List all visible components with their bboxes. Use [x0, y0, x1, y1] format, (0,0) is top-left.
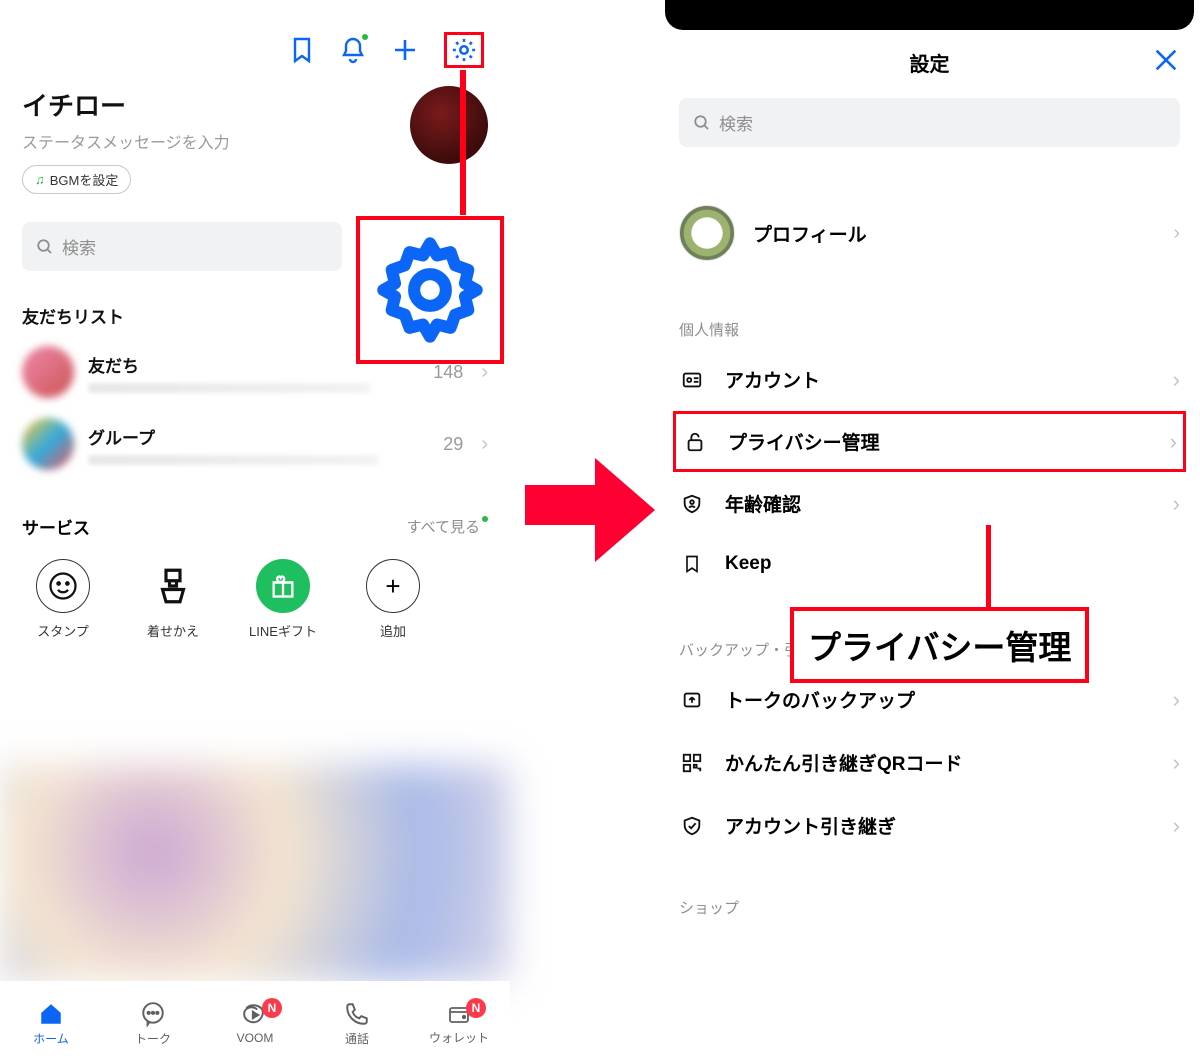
chevron-right-icon: ›	[1173, 687, 1180, 713]
status-bar	[665, 0, 1194, 30]
tab-voom[interactable]: VOOM N	[210, 1002, 300, 1045]
friends-count: 148	[433, 362, 463, 383]
tab-call[interactable]: 通話	[312, 1001, 402, 1047]
groups-avatar	[22, 418, 74, 470]
settings-easy-qr[interactable]: かんたん引き継ぎQRコード ›	[659, 731, 1200, 794]
bgm-button[interactable]: ♫ BGMを設定	[22, 165, 131, 194]
chat-icon	[139, 1001, 167, 1027]
bgm-label: BGMを設定	[50, 170, 119, 189]
shield-icon	[679, 493, 705, 515]
gear-callout	[356, 216, 504, 364]
search-placeholder: 検索	[62, 234, 96, 259]
gear-icon	[374, 234, 486, 346]
privacy-callout: プライバシー管理	[790, 607, 1089, 683]
settings-privacy[interactable]: プライバシー管理 ›	[673, 411, 1186, 472]
chevron-right-icon: ›	[1173, 813, 1180, 839]
settings-account[interactable]: アカウント ›	[659, 348, 1200, 411]
service-stamp[interactable]: スタンプ	[28, 559, 98, 640]
top-icons	[0, 0, 510, 68]
update-dot	[482, 516, 488, 522]
bookmark-icon	[679, 553, 705, 575]
settings-highlight	[444, 32, 484, 68]
gear-icon[interactable]	[450, 36, 478, 64]
services-title: サービス	[22, 514, 90, 539]
home-icon	[37, 1001, 65, 1027]
section-shop: ショップ	[659, 857, 1200, 926]
chevron-right-icon: ›	[1173, 750, 1180, 776]
friends-subtitle-redacted	[88, 383, 370, 393]
chevron-right-icon: ›	[1170, 429, 1177, 455]
status-message[interactable]: ステータスメッセージを入力	[22, 129, 410, 153]
plus-icon: +	[366, 559, 420, 613]
section-personal: 個人情報	[659, 289, 1200, 348]
phone-icon	[344, 1001, 370, 1027]
qr-icon	[679, 752, 705, 774]
settings-age[interactable]: 年齢確認 ›	[659, 472, 1200, 535]
smile-icon	[36, 559, 90, 613]
music-note-icon: ♫	[35, 172, 45, 187]
search-icon	[693, 114, 711, 132]
close-icon[interactable]	[1152, 46, 1180, 74]
service-add[interactable]: + 追加	[358, 559, 428, 640]
avatar[interactable]	[410, 86, 488, 164]
profile-row[interactable]: プロフィール ›	[659, 147, 1200, 289]
home-screen: イチロー ステータスメッセージを入力 ♫ BGMを設定 検索 友だちリスト 友だ…	[0, 0, 510, 1059]
search-icon	[36, 238, 54, 256]
friends-avatar	[22, 346, 74, 398]
settings-search[interactable]: 検索	[679, 98, 1180, 147]
tab-bar: ホーム トーク VOOM N 通話 ウォレット N	[0, 981, 510, 1059]
new-badge: N	[466, 998, 486, 1018]
notification-dot	[362, 34, 368, 40]
settings-title: 設定	[910, 48, 950, 77]
settings-screen: 設定 検索 プロフィール › 個人情報 アカウント › プライバシー管理 › 年…	[659, 0, 1200, 1059]
chevron-right-icon: ›	[1173, 367, 1180, 393]
tab-talk[interactable]: トーク	[108, 1001, 198, 1047]
bell-icon[interactable]	[340, 36, 366, 64]
chevron-right-icon: ›	[1173, 222, 1180, 245]
flow-arrow	[520, 450, 660, 570]
settings-account-transfer[interactable]: アカウント引き継ぎ ›	[659, 794, 1200, 857]
settings-keep[interactable]: Keep	[659, 535, 1200, 593]
shield-check-icon	[679, 815, 705, 837]
profile-label: プロフィール	[753, 220, 1151, 247]
groups-count: 29	[443, 434, 463, 455]
brush-icon	[146, 559, 200, 613]
lock-icon	[682, 431, 708, 453]
settings-header: 設定	[659, 30, 1200, 94]
backup-icon	[679, 689, 705, 711]
groups-subtitle-redacted	[88, 455, 378, 465]
profile-area[interactable]: イチロー ステータスメッセージを入力 ♫ BGMを設定	[0, 68, 510, 194]
groups-row[interactable]: グループ 29 ›	[0, 408, 510, 480]
tab-wallet[interactable]: ウォレット N	[414, 1002, 504, 1046]
services-grid: スタンプ 着せかえ LINEギフト + 追加	[0, 545, 510, 654]
chevron-right-icon: ›	[1173, 491, 1180, 517]
username: イチロー	[22, 86, 410, 123]
new-badge: N	[262, 998, 282, 1018]
plus-icon[interactable]	[392, 37, 418, 63]
bookmark-icon[interactable]	[290, 36, 314, 64]
gift-icon	[256, 559, 310, 613]
services-header: サービス すべて見る	[0, 480, 510, 545]
tab-home[interactable]: ホーム	[6, 1001, 96, 1047]
service-theme[interactable]: 着せかえ	[138, 559, 208, 640]
search-input[interactable]: 検索	[22, 222, 342, 271]
account-icon	[679, 369, 705, 391]
annotation-connector	[986, 525, 991, 609]
view-all-link[interactable]: すべて見る	[407, 516, 488, 537]
groups-title: グループ	[88, 424, 429, 449]
annotation-connector	[460, 70, 466, 215]
service-gift[interactable]: LINEギフト	[248, 559, 318, 640]
avatar	[679, 205, 735, 261]
chevron-right-icon: ›	[481, 433, 488, 456]
banner[interactable]	[0, 765, 510, 981]
